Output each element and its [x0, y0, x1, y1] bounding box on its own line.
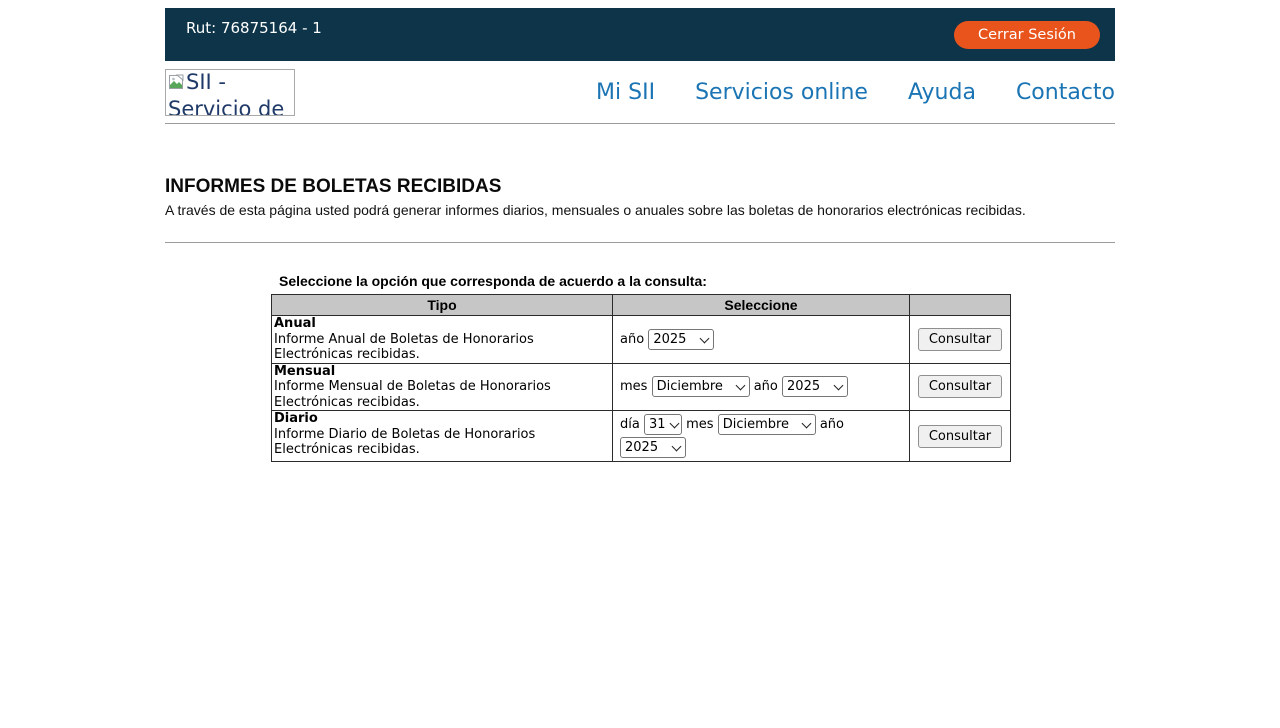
anual-consultar-button[interactable]: Consultar: [918, 328, 1002, 351]
diario-title: Diario: [274, 411, 318, 426]
rut-label: Rut: 76875164 - 1: [186, 19, 322, 61]
mensual-description: Informe Mensual de Boletas de Honorarios…: [274, 379, 551, 410]
diario-type-cell: Diario Informe Diario de Boletas de Hono…: [272, 411, 613, 462]
anual-select-cell: año 2025: [613, 316, 910, 364]
diario-mes-label: mes: [686, 417, 713, 432]
mensual-action-cell: Consultar: [910, 363, 1011, 411]
consult-section: Seleccione la opción que corresponda de …: [271, 273, 1115, 462]
diario-description: Informe Diario de Boletas de Honorarios …: [274, 427, 535, 458]
mensual-anio-select[interactable]: 2025: [782, 376, 848, 397]
anual-type-cell: Anual Informe Anual de Boletas de Honora…: [272, 316, 613, 364]
diario-anio-label: año: [820, 417, 844, 432]
logo-alt-text: SII - Servicio de: [168, 70, 284, 116]
table-header-row: Tipo Seleccione: [272, 295, 1011, 316]
diario-select-cell: día 31 mes Diciembre año 2025: [613, 411, 910, 462]
site-header: SII - Servicio de Mi SII Servicios onlin…: [165, 61, 1115, 124]
page-title: INFORMES DE BOLETAS RECIBIDAS: [165, 176, 1115, 198]
divider: [165, 242, 1115, 243]
broken-image-icon: [168, 72, 185, 97]
diario-dia-select[interactable]: 31: [644, 414, 682, 435]
mensual-title: Mensual: [274, 364, 335, 379]
column-header-seleccione: Seleccione: [613, 295, 910, 316]
diario-dia-label: día: [620, 417, 640, 432]
mensual-consultar-button[interactable]: Consultar: [918, 375, 1002, 398]
column-header-actions: [910, 295, 1011, 316]
table-row-anual: Anual Informe Anual de Boletas de Honora…: [272, 316, 1011, 364]
table-intro: Seleccione la opción que corresponda de …: [279, 273, 1115, 289]
anual-title: Anual: [274, 316, 316, 331]
diario-mes-select[interactable]: Diciembre: [718, 414, 816, 435]
mensual-anio-label: año: [754, 379, 778, 394]
page-description: A través de esta página usted podrá gene…: [165, 202, 1115, 218]
diario-anio-select[interactable]: 2025: [620, 437, 686, 458]
sii-logo-broken-image[interactable]: SII - Servicio de: [165, 69, 295, 116]
anual-anio-label: año: [620, 332, 644, 347]
main-nav: Mi SII Servicios online Ayuda Contacto: [596, 80, 1115, 105]
logout-button[interactable]: Cerrar Sesión: [954, 21, 1100, 49]
column-header-tipo: Tipo: [272, 295, 613, 316]
anual-description: Informe Anual de Boletas de Honorarios E…: [274, 332, 534, 363]
page-container: Rut: 76875164 - 1 Cerrar Sesión SII - Se…: [165, 8, 1115, 462]
diario-action-cell: Consultar: [910, 411, 1011, 462]
anual-action-cell: Consultar: [910, 316, 1011, 364]
anual-anio-select[interactable]: 2025: [648, 329, 714, 350]
nav-contacto[interactable]: Contacto: [1016, 80, 1115, 105]
nav-servicios-online[interactable]: Servicios online: [695, 80, 868, 105]
diario-consultar-button[interactable]: Consultar: [918, 425, 1002, 448]
mensual-mes-label: mes: [620, 379, 647, 394]
mensual-select-cell: mes Diciembre año 2025: [613, 363, 910, 411]
session-topbar: Rut: 76875164 - 1 Cerrar Sesión: [165, 8, 1115, 61]
table-row-diario: Diario Informe Diario de Boletas de Hono…: [272, 411, 1011, 462]
mensual-mes-select[interactable]: Diciembre: [652, 376, 750, 397]
mensual-type-cell: Mensual Informe Mensual de Boletas de Ho…: [272, 363, 613, 411]
nav-ayuda[interactable]: Ayuda: [908, 80, 976, 105]
table-row-mensual: Mensual Informe Mensual de Boletas de Ho…: [272, 363, 1011, 411]
consult-table: Tipo Seleccione Anual Informe Anual de B…: [271, 294, 1011, 462]
nav-mi-sii[interactable]: Mi SII: [596, 80, 655, 105]
